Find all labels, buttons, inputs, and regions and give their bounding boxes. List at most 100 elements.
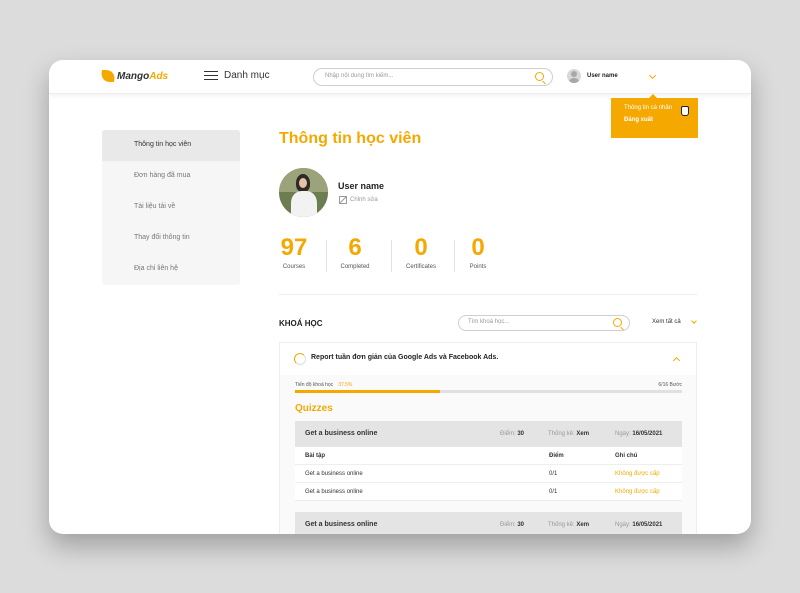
quiz-date-wrap: Ngày: 16/05/2021 — [615, 431, 662, 437]
category-menu-button[interactable]: Danh mục — [204, 70, 270, 81]
edit-profile-label: Chỉnh sửa — [350, 197, 378, 203]
edit-icon — [339, 196, 347, 204]
mango-leaf-icon — [99, 70, 117, 82]
category-menu-label: Danh mục — [224, 70, 270, 81]
quiz-stat-label: Thống kê: — [548, 522, 575, 528]
progress-label-wrap: Tiến độ khoá học 37.5% — [295, 382, 352, 388]
stat-value: 0 — [414, 234, 428, 261]
sidebar-item-address[interactable]: Địa chỉ liên hệ — [102, 254, 240, 285]
progress-bar — [295, 390, 682, 393]
row-score: 0/1 — [549, 489, 558, 495]
user-avatar-icon — [567, 69, 581, 83]
quiz-date-label: Ngày: — [615, 522, 631, 528]
quiz-group: Get a business online Điểm: 30 Thống kê:… — [295, 512, 682, 534]
quiz-stat-link[interactable]: Xem — [576, 431, 589, 437]
stat-value: 6 — [348, 234, 362, 261]
quiz-group: Get a business online Điểm: 30 Thống kê:… — [295, 421, 682, 501]
row-name: Get a business online — [305, 489, 363, 495]
row-score: 0/1 — [549, 471, 558, 477]
quiz-group-header[interactable]: Get a business online Điểm: 30 Thống kê:… — [295, 512, 682, 534]
quiz-date-wrap: Ngày: 16/05/2021 — [615, 522, 662, 528]
col-score: Điểm — [549, 453, 564, 459]
course-name: Report tuần đơn giản của Google Ads và F… — [311, 354, 499, 361]
quiz-stat-wrap: Thống kê: Xem — [548, 522, 589, 528]
chevron-down-icon[interactable] — [648, 71, 657, 80]
row-note: Không được cấp — [615, 471, 660, 477]
stat-label: Certificates — [405, 264, 436, 270]
user-dropdown: Thông tin cá nhân Đăng xuất — [611, 94, 698, 138]
header-search-input[interactable]: Nhập nội dung tìm kiếm... — [313, 68, 553, 86]
sidebar-item-downloads[interactable]: Tài liệu tải về — [102, 192, 240, 223]
stat-label: Courses — [282, 264, 306, 270]
chevron-down-icon[interactable] — [691, 318, 697, 324]
sidebar-item-change-info[interactable]: Thay đổi thông tin — [102, 223, 240, 254]
quiz-score-wrap: Điểm: 30 — [500, 431, 524, 437]
courses-section-title: KHOÁ HỌC — [279, 319, 323, 328]
course-header[interactable]: Report tuần đơn giản của Google Ads và F… — [280, 343, 696, 375]
section-divider — [279, 294, 697, 295]
page-title: Thông tin học viên — [279, 130, 422, 147]
course-search-input[interactable]: Tìm khoá học... — [458, 315, 630, 331]
hamburger-icon — [204, 71, 218, 80]
sidebar-item-orders[interactable]: Đơn hàng đã mua — [102, 161, 240, 192]
header-user-name: User name — [587, 73, 618, 79]
quiz-stat-wrap: Thống kê: Xem — [548, 431, 589, 437]
chevron-up-icon[interactable] — [672, 356, 681, 365]
quiz-date: 16/05/2021 — [632, 431, 663, 437]
user-menu[interactable]: User name — [567, 69, 618, 83]
course-card: Report tuần đơn giản của Google Ads và F… — [279, 342, 697, 534]
course-body: Tiến độ khoá học 37.5% 6/16 Bước Quizzes … — [280, 375, 696, 534]
quiz-group-name: Get a business online — [305, 430, 378, 437]
progress-steps: 6/16 Bước — [658, 382, 682, 388]
table-row[interactable]: Get a business online 0/1 Không được cấp — [295, 465, 682, 483]
account-sidebar: Thông tin học viên Đơn hàng đã mua Tài l… — [102, 130, 240, 285]
col-exercise: Bài tập — [305, 453, 326, 459]
table-row[interactable]: Get a business online 0/1 Không được cấp — [295, 483, 682, 501]
progress-spinner-icon — [294, 353, 306, 365]
stat-divider — [326, 240, 327, 272]
logo-ads-text: Ads — [149, 70, 169, 82]
stat-courses: 97 Courses — [279, 234, 309, 271]
header-search-placeholder: Nhập nội dung tìm kiếm... — [325, 73, 394, 79]
quizzes-title: Quizzes — [295, 403, 333, 414]
course-search-placeholder: Tìm khoá học... — [468, 319, 510, 325]
quiz-date-label: Ngày: — [615, 431, 631, 437]
stat-label: Completed — [340, 264, 370, 270]
search-icon[interactable] — [535, 72, 544, 81]
progress-bar-fill — [295, 390, 441, 393]
quiz-score-label: Điểm: — [500, 431, 516, 437]
col-note: Ghi chú — [615, 453, 638, 459]
quiz-group-name: Get a business online — [305, 521, 378, 528]
quiz-group-header[interactable]: Get a business online Điểm: 30 Thống kê:… — [295, 421, 682, 447]
row-name: Get a business online — [305, 471, 363, 477]
app-window: Mango Ads Danh mục Nhập nội dung tìm kiế… — [49, 60, 751, 534]
stat-certificates: 0 Certificates — [399, 234, 443, 271]
profile-avatar — [279, 168, 328, 217]
quiz-date: 16/05/2021 — [632, 522, 663, 528]
see-all-select[interactable]: Xem tất cả — [652, 319, 681, 325]
profile-user-name: User name — [338, 181, 385, 191]
dropdown-item-logout[interactable]: Đăng xuất — [624, 117, 698, 123]
logo[interactable]: Mango Ads — [99, 70, 169, 82]
stat-divider — [454, 240, 455, 272]
search-icon[interactable] — [613, 318, 622, 327]
quiz-score-wrap: Điểm: 30 — [500, 522, 524, 528]
stat-value: 0 — [471, 234, 485, 261]
quiz-table-header: Bài tập Điểm Ghi chú — [295, 447, 682, 465]
stat-value: 97 — [280, 234, 308, 261]
stat-divider — [391, 240, 392, 272]
hand-cursor-icon — [681, 106, 689, 116]
quiz-stat-link[interactable]: Xem — [576, 522, 589, 528]
logo-mango-text: Mango — [117, 70, 150, 82]
quiz-score-label: Điểm: — [500, 522, 516, 528]
stat-completed: 6 Completed — [336, 234, 374, 271]
edit-profile-link[interactable]: Chỉnh sửa — [339, 196, 378, 204]
sidebar-item-student-info[interactable]: Thông tin học viên — [102, 130, 240, 161]
quiz-score: 30 — [517, 431, 525, 437]
row-note: Không được cấp — [615, 489, 660, 495]
quiz-score: 30 — [517, 522, 525, 528]
stat-label: Points — [469, 264, 487, 270]
progress-label: Tiến độ khoá học — [295, 382, 334, 388]
top-header: Mango Ads Danh mục Nhập nội dung tìm kiế… — [49, 60, 751, 94]
quiz-stat-label: Thống kê: — [548, 431, 575, 437]
